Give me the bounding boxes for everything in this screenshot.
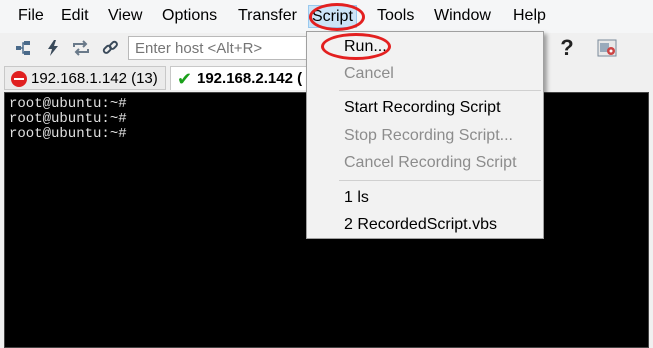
reconnect-icon[interactable] — [70, 37, 92, 59]
menu-separator — [339, 90, 541, 91]
session-tab-2[interactable]: ✔ 192.168.2.142 ( — [170, 66, 310, 90]
annotation-circle-run — [321, 33, 391, 60]
link-icon[interactable] — [99, 37, 121, 59]
menu-item-cancel-recording[interactable]: Cancel Recording Script — [344, 154, 517, 172]
connect-tree-icon[interactable] — [12, 37, 34, 59]
menu-help[interactable]: Help — [510, 5, 549, 27]
script-menu-dropdown: Run... Cancel Start Recording Script Sto… — [306, 31, 544, 239]
menu-window[interactable]: Window — [431, 5, 494, 27]
menu-edit[interactable]: Edit — [58, 5, 92, 27]
connected-check-icon: ✔ — [177, 69, 193, 89]
lightning-icon[interactable] — [42, 37, 64, 59]
menu-item-start-recording[interactable]: Start Recording Script — [344, 99, 501, 117]
menu-item-recent-2[interactable]: 2 RecordedScript.vbs — [344, 216, 497, 234]
tab-label: 192.168.2.142 ( — [197, 70, 303, 87]
session-tab-1[interactable]: 192.168.1.142 (13) — [4, 66, 166, 90]
terminal-line: root@ubuntu:~# — [9, 126, 127, 142]
tab-label: 192.168.1.142 (13) — [31, 70, 158, 87]
menu-file[interactable]: File — [15, 5, 47, 27]
terminal-line: root@ubuntu:~# — [9, 96, 127, 112]
menu-options[interactable]: Options — [159, 5, 220, 27]
help-icon[interactable]: ? — [556, 35, 578, 60]
host-input[interactable] — [128, 36, 308, 60]
menu-transfer[interactable]: Transfer — [235, 5, 300, 27]
menu-item-recent-1[interactable]: 1 ls — [344, 189, 369, 207]
disconnected-icon — [11, 71, 27, 87]
menu-tools[interactable]: Tools — [374, 5, 417, 27]
annotation-circle-script — [309, 3, 365, 31]
menu-separator — [339, 180, 541, 181]
menu-view[interactable]: View — [105, 5, 145, 27]
menu-item-stop-recording[interactable]: Stop Recording Script... — [344, 127, 513, 145]
terminal-line: root@ubuntu:~# — [9, 111, 127, 127]
settings-icon[interactable] — [596, 37, 618, 59]
menu-item-cancel[interactable]: Cancel — [344, 65, 394, 83]
